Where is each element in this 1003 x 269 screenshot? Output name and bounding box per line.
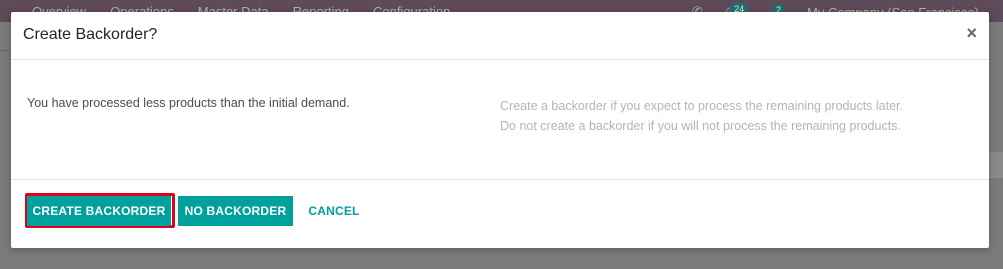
help-line-no-backorder: Do not create a backorder if you will no… xyxy=(500,119,901,133)
create-backorder-dialog: Create Backorder? × You have processed l… xyxy=(11,12,989,248)
dialog-body: You have processed less products than th… xyxy=(11,60,989,180)
dialog-header: Create Backorder? × xyxy=(11,12,989,60)
dialog-title: Create Backorder? xyxy=(23,26,158,43)
dialog-footer: CREATE BACKORDER NO BACKORDER CANCEL xyxy=(11,180,989,247)
cancel-button[interactable]: CANCEL xyxy=(299,196,369,226)
no-backorder-button[interactable]: NO BACKORDER xyxy=(178,196,293,226)
background-strip xyxy=(989,152,1003,178)
dialog-help-text: Create a backorder if you expect to proc… xyxy=(500,96,903,136)
background-divider xyxy=(0,50,10,51)
help-line-backorder: Create a backorder if you expect to proc… xyxy=(500,99,903,113)
close-icon[interactable]: × xyxy=(966,24,977,42)
dialog-message: You have processed less products than th… xyxy=(27,96,350,110)
create-backorder-button[interactable]: CREATE BACKORDER xyxy=(27,196,171,226)
